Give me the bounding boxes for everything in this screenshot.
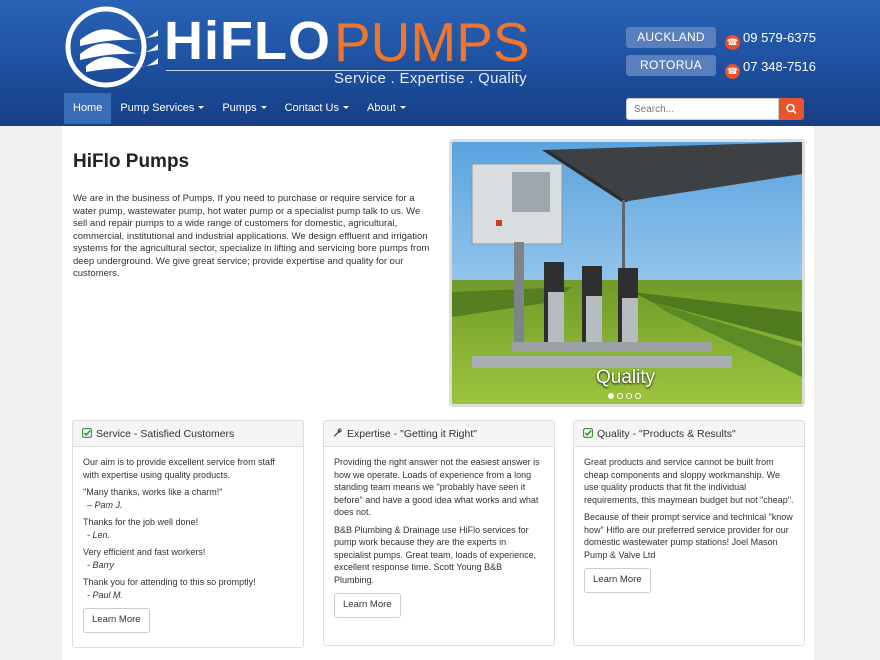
wrench-icon xyxy=(333,428,342,437)
testimonial-author: - Len. xyxy=(87,529,111,540)
panel-expertise: Expertise - "Getting it Right" Providing… xyxy=(323,420,555,646)
carousel-dot[interactable] xyxy=(635,393,641,399)
learn-more-button[interactable]: Learn More xyxy=(334,593,401,618)
panel-body: Great products and service cannot be bui… xyxy=(574,447,804,603)
panel-body: Our aim is to provide excellent service … xyxy=(73,447,303,643)
panel-heading: Service - Satisfied Customers xyxy=(73,421,303,447)
testimonial-author: – Pam J. xyxy=(87,499,123,510)
nav-item-contact-us[interactable]: Contact Us xyxy=(276,93,358,124)
intro-paragraph: We are in the business of Pumps. If you … xyxy=(73,193,430,279)
testimonial: Very efficient and fast workers! - Barry xyxy=(83,546,293,571)
phone-icon: ☎ xyxy=(725,35,740,50)
panel-quality: Quality - "Products & Results" Great pro… xyxy=(573,420,805,646)
caret-down-icon xyxy=(399,106,406,109)
location-button-rotorua[interactable]: ROTORUA xyxy=(626,55,716,76)
testimonial: "Many thanks, works like a charm!" – Pam … xyxy=(83,486,293,511)
main-nav: Home Pump Services Pumps Contact Us Abou… xyxy=(64,93,415,124)
panel-paragraph: Our aim is to provide excellent service … xyxy=(83,457,275,480)
panel-paragraph: B&B Plumbing & Drainage use HiFlo servic… xyxy=(334,524,537,585)
testimonial-quote: "Many thanks, works like a charm!" xyxy=(83,487,223,497)
phone-icon: ☎ xyxy=(725,64,740,79)
site-header: HiFLO PUMPS Service . Expertise . Qualit… xyxy=(0,0,880,126)
search-input[interactable] xyxy=(626,98,779,120)
testimonial-quote: Very efficient and fast workers! xyxy=(83,547,206,557)
nav-item-pump-services[interactable]: Pump Services xyxy=(111,93,213,124)
panel-paragraph: Providing the right answer not the easie… xyxy=(334,457,540,517)
testimonial-author: - Barry xyxy=(87,559,114,570)
nav-label: Contact Us xyxy=(284,102,339,114)
testimonial-quote: Thank you for attending to this so promp… xyxy=(83,577,256,587)
page-title: HiFlo Pumps xyxy=(73,151,190,172)
caret-down-icon xyxy=(343,106,349,109)
nav-item-about[interactable]: About xyxy=(358,93,415,124)
nav-item-pumps[interactable]: Pumps xyxy=(213,93,275,124)
logo-name-secondary: PUMPS xyxy=(334,11,530,73)
nav-item-home[interactable]: Home xyxy=(64,93,112,124)
search-button[interactable] xyxy=(779,98,804,120)
panel-heading-text: Service - Satisfied Customers xyxy=(96,428,235,440)
carousel-prev-icon[interactable]: ❮ xyxy=(474,404,489,407)
nav-label: Pumps xyxy=(222,102,257,114)
testimonial-author: - Paul M. xyxy=(87,589,124,600)
location-button-auckland[interactable]: AUCKLAND xyxy=(626,27,716,48)
panel-paragraph: Because of their prompt service and tech… xyxy=(584,512,793,560)
phone-auckland[interactable]: ☎ 09 579-6375 xyxy=(725,30,816,50)
learn-more-button[interactable]: Learn More xyxy=(584,568,651,593)
panel-heading-text: Quality - "Products & Results" xyxy=(597,428,736,440)
nav-label: About xyxy=(367,102,396,114)
panel-body: Providing the right answer not the easie… xyxy=(324,447,554,628)
panel-heading: Quality - "Products & Results" xyxy=(574,421,804,447)
testimonial-quote: Thanks for the job well done! xyxy=(83,517,199,527)
testimonial: Thank you for attending to this so promp… xyxy=(83,576,293,601)
carousel-dot[interactable] xyxy=(617,393,623,399)
search-icon xyxy=(786,103,797,114)
phone-number: 07 348-7516 xyxy=(743,59,817,74)
panel-heading-text: Expertise - "Getting it Right" xyxy=(347,428,478,440)
phone-number: 09 579-6375 xyxy=(743,30,817,45)
logo-tagline: Service . Expertise . Quality xyxy=(334,70,527,87)
panel-service: Service - Satisfied Customers Our aim is… xyxy=(72,420,304,648)
caret-down-icon xyxy=(198,106,205,109)
water-wave-logo-icon xyxy=(65,6,158,88)
testimonial: Thanks for the job well done! - Len. xyxy=(83,516,293,541)
carousel-dot[interactable] xyxy=(626,393,632,399)
check-square-icon xyxy=(82,428,92,438)
carousel-caption: Quality xyxy=(596,367,656,388)
nav-label: Pump Services xyxy=(120,102,195,114)
check-square-icon xyxy=(583,428,593,438)
site-logo[interactable]: HiFLO PUMPS Service . Expertise . Qualit… xyxy=(62,4,532,90)
carousel-dot[interactable] xyxy=(608,393,614,399)
learn-more-button[interactable]: Learn More xyxy=(83,608,150,633)
logo-name-primary: HiFLO xyxy=(164,11,331,71)
phone-rotorua[interactable]: ☎ 07 348-7516 xyxy=(725,59,816,79)
caret-down-icon xyxy=(260,106,267,109)
carousel-indicators xyxy=(608,393,641,399)
panel-paragraph: Great products and service cannot be bui… xyxy=(584,457,794,505)
pump-station-photo xyxy=(452,142,802,404)
carousel-next-icon[interactable]: ❯ xyxy=(770,404,785,407)
panel-heading: Expertise - "Getting it Right" xyxy=(324,421,554,447)
